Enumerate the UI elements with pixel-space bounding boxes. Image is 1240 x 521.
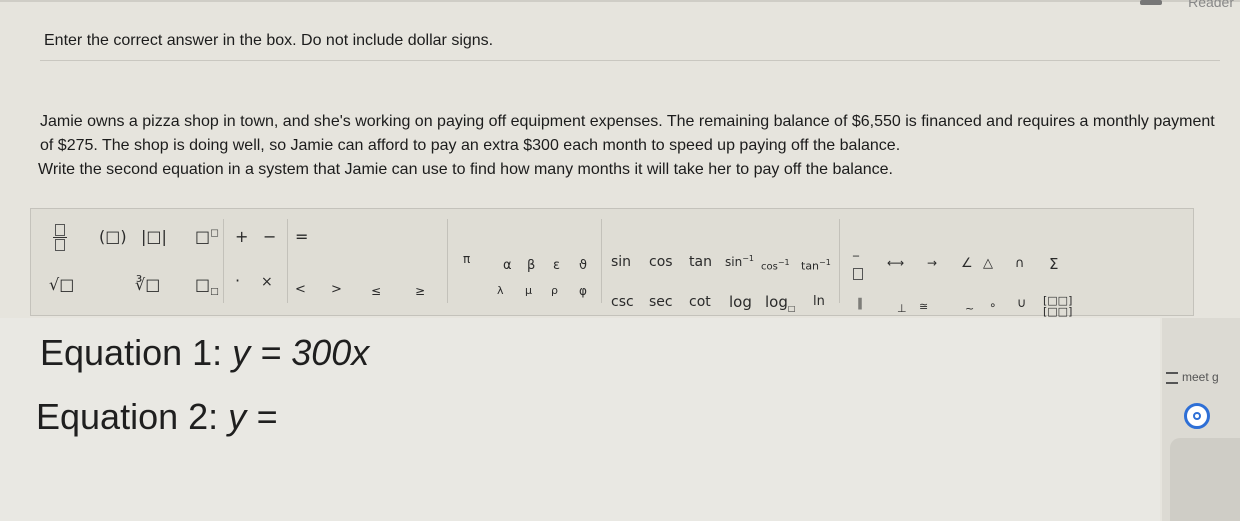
- divider: [40, 60, 1220, 61]
- toolbar-separator: [601, 219, 602, 303]
- equation-2: Equation 2: y =: [36, 396, 277, 438]
- superscript-button[interactable]: □□: [195, 229, 219, 245]
- instruction-text: Enter the correct answer in the box. Do …: [44, 32, 494, 49]
- log-base-button[interactable]: log□: [765, 295, 795, 313]
- angle-button[interactable]: ∠: [961, 257, 973, 270]
- intersection-button[interactable]: ∩: [1015, 257, 1025, 270]
- rho-button[interactable]: ρ: [551, 285, 558, 296]
- phi-button[interactable]: φ: [579, 285, 587, 297]
- toolbar-separator: [287, 219, 288, 303]
- meet-label[interactable]: meet g: [1182, 370, 1219, 384]
- triangle-button[interactable]: △: [983, 257, 993, 270]
- toolbar-separator: [839, 219, 840, 303]
- perpendicular-button[interactable]: ⊥: [897, 303, 907, 314]
- answer-area: Equation 1: y = 300x Equation 2: y =: [0, 318, 1160, 521]
- less-equal-button[interactable]: ≤: [371, 285, 381, 297]
- epsilon-button[interactable]: ε: [553, 259, 560, 272]
- congruent-button[interactable]: ≅: [919, 301, 928, 312]
- sin-button[interactable]: sin: [611, 255, 631, 269]
- ray-arrow-icon[interactable]: →: [927, 257, 937, 269]
- arccos-button[interactable]: cos−1: [761, 259, 790, 272]
- less-than-button[interactable]: <: [295, 283, 306, 296]
- parallel-button[interactable]: ∥: [857, 297, 863, 309]
- similar-button[interactable]: ~: [965, 303, 974, 314]
- subscript-base: □: [195, 275, 211, 294]
- side-tab: [1170, 438, 1240, 521]
- theta-button[interactable]: ϑ: [579, 259, 587, 272]
- minus-button[interactable]: −: [263, 229, 276, 245]
- arctan-button[interactable]: tan−1: [801, 259, 831, 272]
- sqrt-button[interactable]: √□: [49, 277, 74, 293]
- arccos-label: cos: [761, 261, 778, 273]
- mu-button[interactable]: μ: [525, 285, 532, 296]
- degree-button[interactable]: ∘: [989, 299, 997, 311]
- problem-text: Jamie owns a pizza shop in town, and she…: [40, 113, 1215, 154]
- log-button[interactable]: log: [729, 295, 752, 310]
- overline-button[interactable]: ‾: [853, 255, 863, 280]
- cos-button[interactable]: cos: [649, 255, 673, 269]
- toolbar-separator: [223, 219, 224, 303]
- arcsin-sup: −1: [742, 254, 754, 263]
- equation-1: Equation 1: y = 300x: [40, 332, 369, 374]
- question-text: Write the second equation in a system th…: [38, 161, 893, 178]
- alpha-button[interactable]: α: [503, 259, 512, 272]
- arctan-sup: −1: [819, 258, 831, 267]
- arcsin-label: sin: [725, 255, 743, 269]
- ln-button[interactable]: ln: [813, 295, 825, 308]
- plus-button[interactable]: +: [235, 229, 248, 245]
- equation-1-label: Equation 1:: [40, 332, 223, 373]
- equals-button[interactable]: =: [295, 229, 308, 245]
- math-toolbar: (□) |□| □□ + − = π α β ε ϑ sin cos tan s…: [30, 208, 1194, 317]
- toolbar-separator: [447, 219, 448, 303]
- arctan-label: tan: [801, 259, 820, 273]
- union-button[interactable]: ∪: [1017, 297, 1027, 310]
- subscript-button[interactable]: □□: [195, 277, 219, 297]
- equation-2-input[interactable]: y =: [228, 396, 277, 437]
- top-border: [0, 0, 1240, 2]
- dot-button[interactable]: ·: [235, 273, 240, 289]
- sec-button[interactable]: sec: [649, 295, 673, 309]
- log-base-label: log: [765, 293, 788, 311]
- reader-button[interactable]: Reader: [1188, 0, 1234, 10]
- line-arrow-icon[interactable]: ⟷: [887, 257, 904, 269]
- parentheses-button[interactable]: (□): [99, 229, 127, 245]
- greater-than-button[interactable]: >: [331, 283, 342, 296]
- equation-1-expression: y = 300x: [232, 332, 370, 373]
- equation-2-label: Equation 2:: [36, 396, 219, 437]
- matrix-button[interactable]: [□□] [□□]: [1043, 295, 1072, 317]
- times-button[interactable]: ×: [261, 275, 273, 289]
- superscript-base: □: [195, 227, 211, 246]
- tan-button[interactable]: tan: [689, 255, 712, 269]
- beta-button[interactable]: β: [527, 259, 535, 272]
- reader-pen-icon[interactable]: [1140, 0, 1162, 5]
- lambda-button[interactable]: λ: [497, 285, 504, 296]
- side-panel: meet g: [1162, 318, 1240, 521]
- cot-button[interactable]: cot: [689, 295, 711, 309]
- nth-root-button[interactable]: ∛□: [135, 277, 160, 293]
- record-icon[interactable]: [1184, 403, 1210, 429]
- summation-button[interactable]: Σ: [1049, 257, 1058, 272]
- arcsin-button[interactable]: sin−1: [725, 254, 754, 269]
- pi-button[interactable]: π: [463, 253, 470, 265]
- list-icon: [1166, 372, 1178, 384]
- fraction-button[interactable]: [53, 223, 67, 251]
- csc-button[interactable]: csc: [611, 295, 634, 309]
- absolute-value-button[interactable]: |□|: [141, 229, 167, 245]
- arccos-sup: −1: [777, 258, 790, 267]
- greater-equal-button[interactable]: ≥: [415, 285, 425, 297]
